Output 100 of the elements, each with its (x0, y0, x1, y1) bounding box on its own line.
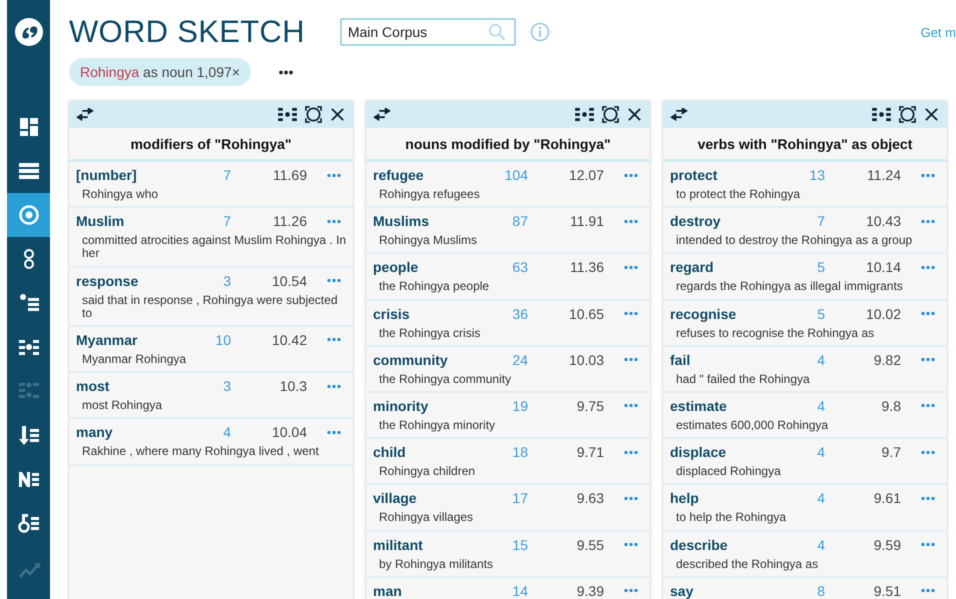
panel-title: verbs with "Rohingya" as object (663, 128, 947, 162)
score-value: 9.63 (576, 490, 604, 506)
score-value: 11.24 (866, 167, 901, 183)
page-title: WORD SKETCH (69, 14, 305, 50)
collocate-word[interactable]: destroy (670, 213, 783, 230)
example-text: estimates 600,000 Rohingya (675, 416, 830, 432)
collocate-word[interactable]: recognise (670, 306, 783, 322)
collocation-row[interactable]: protect 13 11.24 to protect the Rohingya (663, 162, 947, 208)
swap-icon[interactable] (373, 108, 391, 121)
collocate-word[interactable]: estimate (670, 398, 783, 414)
score-value: 10.14 (864, 259, 901, 276)
logo-icon[interactable] (14, 18, 42, 46)
example-text: intended to destroy the Rohingya as a group (675, 232, 914, 248)
collocate-word[interactable]: village (373, 490, 486, 506)
example-text: Rohingya villages (378, 509, 474, 524)
collocate-word[interactable]: crisis (373, 306, 486, 322)
collocation-row[interactable]: refugee 104 12.07 Rohingya refugees (366, 162, 650, 208)
close-icon[interactable] (330, 107, 345, 122)
collocation-row[interactable]: many 4 10.04 Rakhine , where many Rohingya lived , went (69, 419, 353, 466)
collocation-row[interactable]: crisis 36 10.65 the Rohingya crisis (366, 300, 650, 347)
score-value: 9.55 (576, 536, 604, 552)
collocation-row[interactable]: fail 4 9.82 had " failed the Rohingya (663, 346, 947, 393)
dot-grid-icon[interactable] (278, 107, 297, 122)
collocation-row[interactable]: recognise 5 10.02 refuses to recognise the Rohingya as (663, 300, 947, 347)
collocate-word[interactable]: most (76, 378, 189, 394)
collocation-row[interactable]: Muslims 87 11.91 Rohingya Muslims (366, 208, 650, 254)
score-value: 10.3 (278, 378, 307, 394)
collocation-row[interactable]: militant 15 9.55 by Rohingya militants (366, 532, 650, 578)
collocation-row[interactable]: estimate 4 9.8 estimates 600,000 Rohingya (663, 392, 947, 440)
collocation-row[interactable]: displace 4 9.7 displaced Rohingya (663, 439, 947, 486)
close-icon[interactable] (924, 107, 939, 122)
collocate-word[interactable]: protect (670, 167, 783, 183)
example-text: Rohingya Muslims (378, 232, 478, 248)
collocate-word[interactable]: man (373, 582, 486, 599)
collocation-row[interactable]: Myanmar 10 10.42 Myanmar Rohingya (69, 326, 353, 374)
score-value: 10.02 (864, 306, 901, 322)
info-icon[interactable] (530, 22, 550, 42)
collocation-row[interactable]: community 24 10.03 the Rohingya community (366, 346, 650, 393)
score-value: 9.61 (872, 490, 901, 506)
collocate-word[interactable]: regard (670, 259, 783, 276)
collocate-word[interactable]: people (373, 259, 486, 276)
score-value: 11.26 (272, 213, 307, 230)
collocation-row[interactable]: Muslim 7 11.26 committed atrocities against Muslim Rohingya . In her (69, 208, 353, 268)
collocate-word[interactable]: [number] (76, 167, 189, 183)
example-text: the Rohingya people (378, 278, 490, 294)
collocation-row[interactable]: destroy 7 10.43 intended to destroy the Rohingya as a group (663, 208, 947, 254)
collocation-row[interactable]: [number] 7 11.69 Rohingya who (69, 162, 353, 208)
score-value: 10.04 (270, 424, 307, 440)
collocation-row[interactable]: describe 4 9.59 described the Rohingya as (663, 532, 947, 578)
collocate-word[interactable]: refugee (373, 167, 486, 183)
collocate-word[interactable]: many (76, 424, 189, 440)
collocate-word[interactable]: minority (373, 398, 486, 414)
example-text: described the Rohingya as (675, 556, 820, 571)
example-text: most Rohingya (81, 397, 164, 412)
more-icon[interactable] (278, 70, 294, 74)
collocate-word[interactable]: Muslims (373, 213, 486, 230)
collocation-row[interactable]: people 63 11.36 the Rohingya people (366, 254, 650, 301)
example-text: by Rohingya militants (378, 556, 494, 571)
panel-title: modifiers of "Rohingya" (69, 128, 353, 162)
collocation-row[interactable]: village 17 9.63 Rohingya villages (366, 485, 650, 532)
swap-icon[interactable] (670, 108, 688, 121)
collocate-word[interactable]: Muslim (76, 213, 189, 230)
score-value: 10.65 (568, 306, 604, 322)
dot-grid-icon[interactable] (575, 107, 594, 122)
collocation-row[interactable]: child 18 9.71 Rohingya children (366, 439, 650, 486)
corpus-search-field[interactable]: Main Corpus (340, 18, 516, 46)
focus-icon[interactable] (305, 106, 322, 123)
collocation-row[interactable]: minority 19 9.75 the Rohingya minority (366, 392, 650, 440)
collocation-row[interactable]: help 4 9.61 to help the Rohingya (663, 485, 947, 532)
example-text: to help the Rohingya (675, 509, 788, 524)
query-chip[interactable]: Rohingya as noun 1,097× (69, 58, 251, 86)
focus-icon[interactable] (899, 106, 916, 123)
collocate-word[interactable]: militant (373, 536, 486, 552)
target-icon (18, 204, 40, 226)
score-value: 9.82 (872, 352, 901, 368)
collocate-word[interactable]: child (373, 444, 486, 460)
collocate-word[interactable]: community (373, 352, 486, 368)
collocate-word[interactable]: describe (670, 536, 783, 552)
collocate-word[interactable]: fail (670, 352, 783, 368)
score-value: 10.03 (568, 352, 604, 368)
example-text: displaced Rohingya (675, 463, 782, 478)
score-value: 10.43 (864, 213, 901, 230)
collocation-row[interactable]: response 3 10.54 said that in response , Rohingya were subjected to (69, 268, 353, 327)
close-icon[interactable] (627, 107, 642, 122)
collocation-row[interactable]: say 8 9.51 (663, 578, 947, 599)
dot-grid-icon[interactable] (872, 107, 891, 122)
collocation-row[interactable]: most 3 10.3 most Rohingya (69, 373, 353, 420)
collocate-word[interactable]: response (76, 272, 189, 289)
collocate-word[interactable]: say (670, 582, 783, 599)
collocate-word[interactable]: help (670, 490, 783, 506)
swap-icon[interactable] (76, 108, 94, 121)
focus-icon[interactable] (602, 106, 619, 123)
score-value: 11.91 (569, 213, 604, 230)
example-text: Rohingya who (81, 186, 160, 202)
collocation-row[interactable]: man 14 9.39 (366, 578, 650, 599)
score-value: 10.54 (270, 272, 307, 289)
collocate-word[interactable]: displace (670, 444, 783, 460)
score-value: 9.59 (872, 536, 901, 552)
collocate-word[interactable]: Myanmar (76, 332, 189, 348)
collocation-row[interactable]: regard 5 10.14 regards the Rohingya as illegal immigrants (663, 254, 947, 301)
